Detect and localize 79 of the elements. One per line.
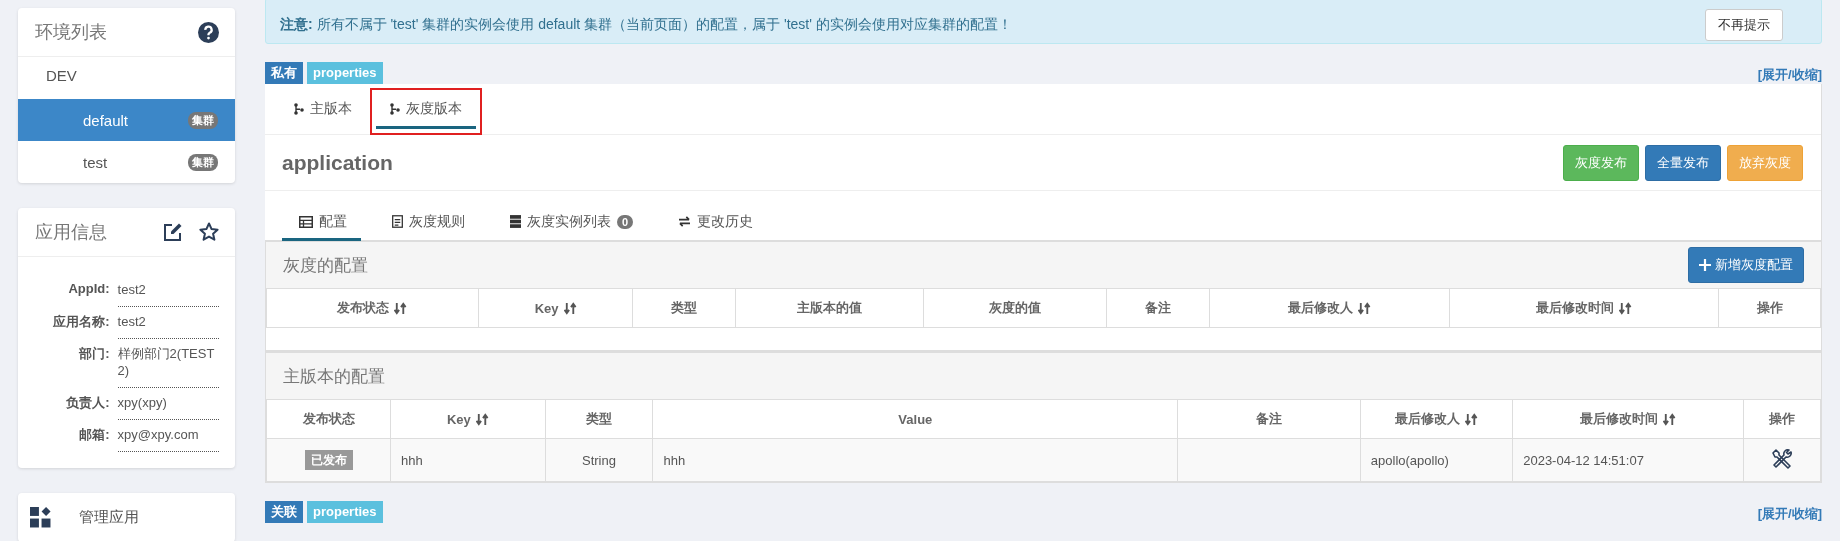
column-header: 类型: [632, 288, 736, 328]
branch-icon: [294, 103, 304, 115]
sort-icon[interactable]: [475, 412, 489, 426]
expand-collapse-link[interactable]: [展开/收缩]: [1757, 66, 1822, 84]
notice-text: 注意: 所有不属于 'test' 集群的实例会使用 default 集群（当前页面）的配置，属于 'test' 的实例会使用对应集群的配置！: [280, 15, 1012, 34]
table-cell: apollo(apollo): [1360, 438, 1513, 482]
column-header: 灰度的值: [923, 288, 1107, 328]
sort-icon[interactable]: [394, 301, 408, 315]
view-tab[interactable]: 灰度实例列表 0: [493, 205, 648, 241]
column-header[interactable]: 发布状态: [266, 288, 479, 328]
apps-icon: [30, 507, 51, 528]
add-config-button[interactable]: 新增灰度配置: [1688, 247, 1804, 283]
field-label: 负责人:: [65, 394, 110, 412]
field-label: 应用名称:: [52, 313, 110, 331]
field-label: AppId:: [67, 280, 110, 298]
document-icon: [392, 215, 403, 228]
field-value: xpy(xpy): [117, 388, 219, 420]
table-cell: String: [545, 438, 653, 482]
column-header[interactable]: Key: [390, 399, 545, 439]
exchange-icon: [678, 216, 692, 227]
table-cell: hhh: [390, 438, 545, 482]
tools-icon[interactable]: [1771, 447, 1794, 470]
namespace-tag: properties: [307, 62, 383, 84]
cluster-item[interactable]: test 集群: [18, 141, 235, 183]
column-header: 发布状态: [266, 399, 391, 439]
panel-title: 应用信息: [35, 221, 107, 244]
namespace-tag: 关联: [265, 501, 303, 523]
cluster-badge: 集群: [188, 153, 218, 171]
action-button[interactable]: 全量发布: [1645, 144, 1721, 181]
column-header[interactable]: 最后修改时间: [1449, 288, 1719, 328]
field-label: 部门:: [78, 345, 110, 363]
column-header[interactable]: Key: [478, 288, 633, 328]
namespace-tag: 私有: [265, 62, 303, 84]
column-header: 备注: [1106, 288, 1210, 328]
section-title: 主版本的配置: [283, 365, 385, 388]
column-header: 备注: [1177, 399, 1361, 439]
sort-icon[interactable]: [1465, 412, 1478, 426]
view-tab[interactable]: 更改历史: [661, 205, 768, 241]
column-header: Value: [652, 399, 1178, 439]
branch-tab[interactable]: 灰度版本: [376, 94, 476, 129]
branch-icon: [390, 103, 400, 115]
sort-icon[interactable]: [563, 301, 577, 315]
field-value: test2: [117, 275, 219, 307]
field-value: 样例部门2(TEST2): [117, 339, 219, 388]
column-header: 操作: [1743, 399, 1821, 439]
server-icon: [510, 215, 521, 228]
edit-icon[interactable]: [163, 222, 183, 242]
cluster-badge: 集群: [188, 111, 218, 129]
namespace-tag: properties: [307, 501, 383, 523]
expand-collapse-link[interactable]: [展开/收缩]: [1757, 505, 1822, 523]
dismiss-button[interactable]: 不再提示: [1705, 9, 1783, 41]
namespace-title: application: [282, 150, 393, 175]
view-tab[interactable]: 灰度规则: [375, 205, 479, 241]
plus-icon: [1699, 259, 1711, 271]
field-label: 邮箱:: [78, 426, 110, 444]
environment-name[interactable]: DEV: [18, 57, 235, 99]
column-header: 类型: [545, 399, 653, 439]
star-icon[interactable]: [199, 222, 219, 242]
field-value: test2: [117, 307, 219, 339]
help-icon[interactable]: [198, 21, 219, 43]
cluster-item[interactable]: default 集群: [18, 99, 235, 141]
branch-tab[interactable]: 主版本: [280, 94, 366, 129]
sort-icon[interactable]: [1618, 301, 1632, 315]
manage-apps-link[interactable]: 管理应用: [79, 508, 139, 527]
column-header[interactable]: 最后修改时间: [1512, 399, 1744, 439]
field-value: xpy@xpy.com: [117, 420, 219, 452]
column-header: 操作: [1718, 288, 1821, 328]
column-header[interactable]: 最后修改人: [1209, 288, 1450, 328]
sort-icon[interactable]: [1358, 301, 1372, 315]
panel-title: 环境列表: [35, 21, 107, 44]
table-cell: 2023-04-12 14:51:07: [1512, 438, 1744, 482]
table-icon: [299, 215, 313, 228]
section-title: 灰度的配置: [283, 254, 368, 277]
column-header[interactable]: 最后修改人: [1360, 399, 1513, 439]
table-cell: hhh: [652, 438, 1178, 482]
status-badge: 已发布: [304, 449, 353, 470]
count-badge: 0: [617, 214, 634, 229]
sort-icon[interactable]: [1663, 412, 1677, 426]
column-header: 主版本的值: [735, 288, 924, 328]
